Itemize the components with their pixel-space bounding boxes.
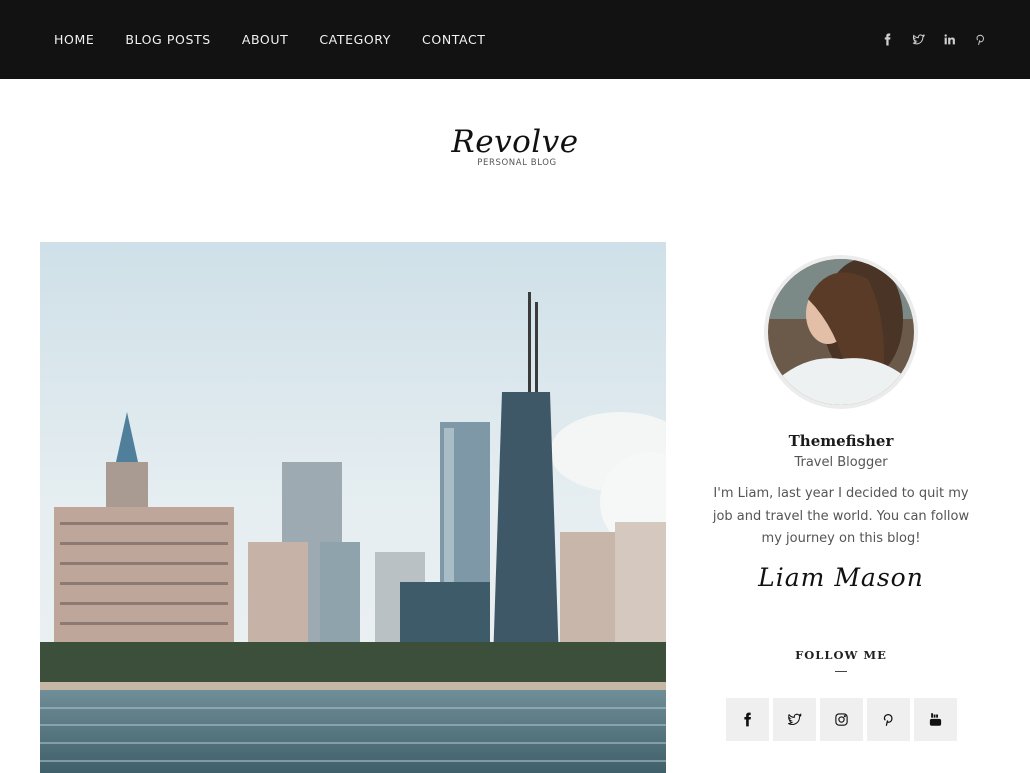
linkedin-icon[interactable] [941, 32, 957, 48]
follow-twitter-button[interactable] [772, 697, 816, 741]
city-skyline-image [40, 242, 666, 773]
author-name: Themefisher [788, 432, 894, 450]
site-logo[interactable]: Revolve PERSONAL BLOG [0, 124, 1030, 168]
author-role: Travel Blogger [794, 455, 888, 470]
nav-blog-posts[interactable]: BLOG POSTS [125, 32, 210, 47]
author-avatar-frame [764, 255, 918, 409]
nav-about[interactable]: ABOUT [242, 32, 289, 47]
logo-subtitle: PERSONAL BLOG [477, 158, 557, 168]
follow-facebook-button[interactable] [725, 697, 769, 741]
header-social-links [879, 0, 988, 79]
twitter-icon[interactable] [910, 32, 926, 48]
top-navbar: HOME BLOG POSTS ABOUT CATEGORY CONTACT [0, 0, 1030, 79]
logo-title: Revolve [451, 124, 579, 160]
author-avatar [768, 259, 914, 405]
pinterest-icon[interactable] [972, 32, 988, 48]
follow-social-links [696, 697, 986, 741]
author-sidebar: Themefisher Travel Blogger I'm Liam, las… [696, 255, 986, 741]
follow-pinterest-button[interactable] [866, 697, 910, 741]
author-bio: I'm Liam, last year I decided to quit my… [712, 486, 970, 546]
facebook-icon [743, 712, 751, 726]
follow-me-heading: FOLLOW ME [795, 647, 887, 662]
follow-divider [835, 670, 847, 672]
twitter-icon [787, 712, 802, 725]
nav-category[interactable]: CATEGORY [319, 32, 391, 47]
nav-home[interactable]: HOME [54, 32, 94, 47]
pinterest-icon [883, 713, 893, 726]
featured-post-image[interactable] [40, 242, 666, 773]
instagram-icon [834, 712, 848, 726]
facebook-icon[interactable] [879, 32, 895, 48]
follow-youtube-button[interactable] [913, 697, 957, 741]
main-nav: HOME BLOG POSTS ABOUT CATEGORY CONTACT [54, 0, 517, 79]
youtube-icon [929, 712, 941, 726]
follow-instagram-button[interactable] [819, 697, 863, 741]
nav-contact[interactable]: CONTACT [422, 32, 485, 47]
author-signature: Liam Mason [758, 562, 924, 592]
